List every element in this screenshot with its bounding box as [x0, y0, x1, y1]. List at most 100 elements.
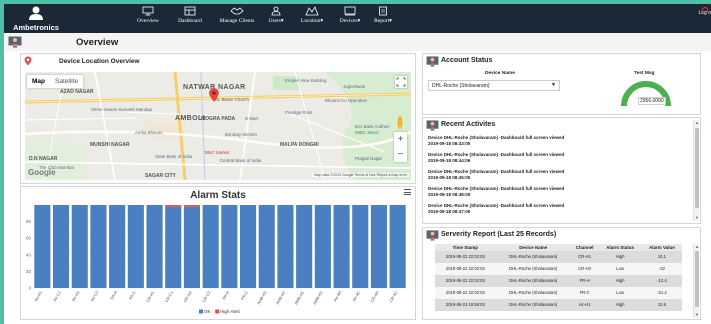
recent-activities-panel: Recent Activites Device DHL-Roche (Shola…: [422, 117, 701, 224]
bar-ok: [352, 205, 369, 288]
scroll-down-icon[interactable]: ▼: [694, 312, 700, 318]
panel-header: Recent Activites: [423, 118, 700, 132]
table-cell: High: [598, 251, 642, 263]
location-icon: [305, 6, 319, 16]
page-title: Overview: [76, 37, 119, 48]
chevron-down-icon: ▾: [389, 18, 392, 24]
table-row: 2019-08-22 22:02:03 DHL-Roche (Sholavara…: [435, 263, 682, 275]
map-label: Shree Swami Samarth Mandap: [91, 107, 153, 112]
panel-header: Account Status: [423, 54, 700, 68]
map-marker-icon[interactable]: [209, 88, 219, 102]
x-tick-label: CR-C1: [164, 289, 175, 303]
bar-ok: [389, 205, 406, 288]
bar-ok: [333, 205, 350, 288]
google-map[interactable]: Map Satellite NATWAR NAGAR AZAD NAGAR AM…: [25, 72, 411, 180]
map-type-map-button[interactable]: Map: [27, 75, 50, 88]
column-header[interactable]: Device Name: [495, 244, 571, 251]
device-select[interactable]: DHL-Roche (Sholavaram) ▼: [428, 80, 560, 91]
nav-dashboard[interactable]: Dashboard: [170, 4, 210, 33]
map-label: D Mart: [245, 116, 259, 121]
google-logo: Google: [28, 168, 56, 177]
table-cell: 10.1: [641, 251, 682, 263]
list-item: Device DHL-Roche (Sholavaram) -Dashboard…: [428, 169, 690, 186]
x-tick-label: CR-H1: [145, 289, 156, 303]
panel-title: Account Status: [441, 57, 493, 64]
x-tick-label: FR-C: [240, 290, 249, 301]
monitor-user-icon: [426, 120, 439, 131]
scrollbar-thumb[interactable]: [695, 251, 699, 307]
bar-ok: [314, 205, 331, 288]
table-cell: DHL-Roche (Sholavaram): [495, 251, 571, 263]
nav-report[interactable]: Report▾: [368, 4, 398, 33]
table-cell: 2019-08-22 22:02:03: [435, 275, 496, 287]
x-tick-label: Air-4H: [332, 290, 342, 302]
x-tick-label: PA-H: [109, 290, 118, 301]
table-cell: CR-H2: [570, 263, 599, 275]
bar-high-alert: [183, 205, 200, 207]
bar-ok: [183, 206, 200, 288]
x-tick-label: Air-C1: [52, 289, 62, 302]
top-navbar: Ambetronics Overview Dashboard Manage Cl…: [4, 4, 711, 33]
monitor-user-icon: [426, 230, 439, 241]
nav-devices[interactable]: Devices▾: [334, 4, 366, 33]
nav-users[interactable]: Users▾: [264, 4, 288, 33]
logout-button[interactable]: Log o: [697, 7, 711, 16]
x-tick-label: CR-H2: [182, 289, 193, 303]
brand-logo[interactable]: Ambetronics: [8, 4, 64, 33]
table-row: 2019-08-22 22:02:03 DHL-Roche (Sholavara…: [435, 275, 682, 287]
bar-ok: [146, 205, 163, 288]
scrollbar-thumb[interactable]: [695, 128, 699, 208]
bar-ok: [258, 205, 275, 288]
nav-label: Overview: [137, 18, 159, 24]
y-tick-label: 60: [26, 236, 32, 241]
activity-scrollbar[interactable]: ▲ ▼: [693, 120, 699, 221]
list-item: Device DHL-Roche (Sholavaram) -Dashboard…: [428, 135, 690, 152]
column-header[interactable]: Time Stamp: [435, 244, 496, 251]
nav-manage-clients[interactable]: Manage Clients: [212, 4, 262, 33]
table-cell: DHL-Roche (Sholavaram): [495, 299, 571, 311]
x-tick-label: Air-4C: [351, 290, 361, 302]
nav-label: Dashboard: [178, 18, 202, 24]
table-row: 2019-08-23 18:58:03 DHL-Roche (Sholavara…: [435, 299, 682, 311]
y-tick-label: 80: [26, 219, 32, 224]
map-type-satellite-button[interactable]: Satellite: [50, 75, 83, 88]
monitor-user-icon: [426, 56, 439, 67]
scroll-down-icon[interactable]: ▼: [694, 215, 700, 221]
table-cell: 12.6: [641, 299, 682, 311]
list-item: Device DHL-Roche (Sholavaram) -Dashboard…: [428, 152, 690, 169]
monitor-icon: [142, 6, 154, 16]
column-header[interactable]: Channel: [570, 244, 599, 251]
nav-location[interactable]: Location▾: [296, 4, 328, 33]
scroll-up-icon[interactable]: ▲: [694, 120, 700, 126]
bar-ok: [127, 205, 144, 288]
fullscreen-button[interactable]: [395, 76, 407, 88]
table-row: 2019-08-22 22:02:03 DHL-Roche (Sholavara…: [435, 251, 682, 263]
activity-time: 2019-09-18 08:47:05: [428, 209, 471, 214]
table-cell: High: [598, 299, 642, 311]
table-cell: High: [598, 275, 642, 287]
nav-label: Location: [300, 18, 321, 24]
table-scrollbar[interactable]: ▲ ▼: [693, 244, 699, 318]
zoom-out-button[interactable]: −: [394, 147, 407, 162]
scroll-up-icon[interactable]: ▲: [694, 244, 700, 250]
bar-ok: [277, 205, 294, 288]
map-label: BMC Market: [205, 150, 230, 155]
legend-swatch: [215, 309, 220, 314]
street-view-pegman-icon[interactable]: [395, 116, 405, 129]
x-tick-label: AMB-H2: [312, 289, 324, 305]
x-tick-label: CR-C2: [201, 289, 212, 303]
column-header[interactable]: Alarm Status: [598, 244, 642, 251]
chart-title: Alarm Stats: [190, 190, 246, 201]
table-cell: FR-H: [570, 275, 599, 287]
test-msg-label: Test Msg: [634, 71, 655, 76]
chart-menu-icon[interactable]: [404, 189, 411, 197]
y-tick-label: 0: [28, 286, 31, 291]
zoom-in-button[interactable]: +: [394, 132, 407, 147]
list-item: Device DHL-Roche (Sholavaram) -Dashboard…: [428, 203, 690, 220]
users-icon: [271, 6, 281, 16]
bar-ok: [53, 205, 70, 288]
map-label: MALPA DONGRI: [280, 142, 319, 148]
column-header[interactable]: Alarm Value: [641, 244, 682, 251]
map-attribution[interactable]: Map data ©2019 Google Terms of Use Repor…: [312, 173, 409, 177]
nav-overview[interactable]: Overview: [128, 4, 168, 33]
